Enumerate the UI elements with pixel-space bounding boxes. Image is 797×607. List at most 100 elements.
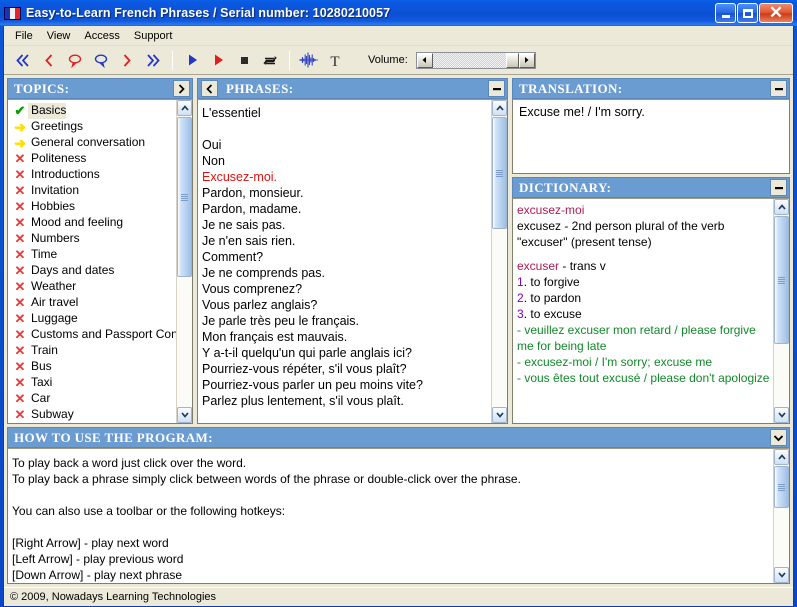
phrase-line[interactable]: Je n'en sais rien. bbox=[202, 234, 489, 250]
record-button[interactable] bbox=[205, 48, 231, 72]
dictionary-scrollbar[interactable] bbox=[773, 199, 789, 423]
last-phrase-button[interactable] bbox=[140, 48, 166, 72]
volume-decrease-button[interactable] bbox=[416, 52, 433, 68]
play-triangle-red-icon bbox=[212, 53, 225, 67]
phrases-scroll-track[interactable] bbox=[492, 116, 507, 407]
menu-item-file[interactable]: File bbox=[8, 28, 40, 44]
topic-row[interactable]: ✕ Bus bbox=[10, 359, 176, 375]
topics-scroll-thumb[interactable] bbox=[177, 117, 192, 277]
stop-button[interactable] bbox=[231, 48, 257, 72]
phrases-scroll-up-button[interactable] bbox=[492, 100, 507, 116]
phrase-line[interactable]: Parlez plus lentement, s'il vous plaît. bbox=[202, 394, 489, 410]
dictionary-minimize-button[interactable] bbox=[770, 179, 787, 196]
topic-row[interactable]: ✕ Mood and feeling bbox=[10, 215, 176, 231]
dictionary-sense-number: 2 bbox=[517, 291, 524, 305]
phrase-line[interactable]: Y a-t-il quelqu'un qui parle anglais ici… bbox=[202, 346, 489, 362]
topics-list[interactable]: ✔ Basics ➜ Greetings ➜ General conversation ✕ P… bbox=[8, 100, 176, 423]
phrase-line[interactable]: Mon français est mauvais. bbox=[202, 330, 489, 346]
dictionary-scroll-up-button[interactable] bbox=[774, 199, 789, 215]
close-button[interactable]: ✕ bbox=[759, 3, 793, 23]
dictionary-scroll-thumb[interactable] bbox=[774, 216, 789, 344]
howto-text[interactable]: To play back a word just click over the … bbox=[8, 449, 773, 583]
howto-collapse-button[interactable] bbox=[770, 429, 787, 446]
howto-scroll-down-button[interactable] bbox=[774, 567, 789, 583]
topic-row[interactable]: ✕ Weather bbox=[10, 279, 176, 295]
menu-item-access[interactable]: Access bbox=[77, 28, 126, 44]
volume-slider[interactable] bbox=[415, 51, 536, 69]
text-button[interactable]: T bbox=[322, 48, 348, 72]
topic-row[interactable]: ✕ Time bbox=[10, 247, 176, 263]
topic-row[interactable]: ✕ Numbers bbox=[10, 231, 176, 247]
phrases-scrollbar[interactable] bbox=[491, 100, 507, 423]
phrase-line[interactable]: Vous comprenez? bbox=[202, 282, 489, 298]
howto-scroll-up-button[interactable] bbox=[774, 449, 789, 465]
phrases-minimize-button[interactable] bbox=[488, 80, 505, 97]
phrase-line[interactable]: Je parle très peu le français. bbox=[202, 314, 489, 330]
topic-row[interactable]: ✕ Hobbies bbox=[10, 199, 176, 215]
phrase-line[interactable]: Non bbox=[202, 154, 489, 170]
phrase-line[interactable]: Je ne sais pas. bbox=[202, 218, 489, 234]
topic-row[interactable]: ✔ Basics bbox=[10, 103, 176, 119]
chevron-right-icon bbox=[178, 83, 185, 94]
volume-track[interactable] bbox=[432, 52, 519, 68]
minimize-button[interactable] bbox=[715, 3, 736, 23]
volume-increase-button[interactable] bbox=[518, 52, 535, 68]
howto-scroll-track[interactable] bbox=[774, 465, 789, 567]
phrases-scroll-thumb[interactable] bbox=[492, 117, 507, 229]
dictionary-scroll-down-button[interactable] bbox=[774, 407, 789, 423]
topic-row[interactable]: ✕ Politeness bbox=[10, 151, 176, 167]
phrase-line[interactable]: Pardon, madame. bbox=[202, 202, 489, 218]
menu-item-view[interactable]: View bbox=[40, 28, 78, 44]
phrases-collapse-left-button[interactable] bbox=[201, 80, 218, 97]
maximize-button[interactable] bbox=[737, 3, 758, 23]
waveform-button[interactable] bbox=[296, 48, 322, 72]
topic-row[interactable]: ✕ Introductions bbox=[10, 167, 176, 183]
phrase-line[interactable]: Vous parlez anglais? bbox=[202, 298, 489, 314]
main-body: TOPICS: ✔ Basics ➜ Greetings ➜ General conver… bbox=[4, 75, 793, 587]
menu-item-support[interactable]: Support bbox=[127, 28, 180, 44]
topic-row[interactable]: ✕ Subway bbox=[10, 407, 176, 423]
dictionary-entries[interactable]: excusez-moi excusez - 2nd person plural o… bbox=[513, 199, 773, 423]
translation-text[interactable]: Excuse me! / I'm sorry. bbox=[513, 100, 789, 173]
phrase-line-selected[interactable]: Excusez-moi. bbox=[202, 170, 489, 186]
phrase-line[interactable]: Je ne comprends pas. bbox=[202, 266, 489, 282]
topic-row[interactable]: ✕ Invitation bbox=[10, 183, 176, 199]
topics-scroll-up-button[interactable] bbox=[177, 100, 192, 116]
howto-scroll-thumb[interactable] bbox=[774, 466, 789, 508]
topic-row[interactable]: ✕ Car bbox=[10, 391, 176, 407]
topic-row[interactable]: ✕ Air travel bbox=[10, 295, 176, 311]
howto-panel-title: HOW TO USE THE PROGRAM: bbox=[14, 429, 213, 445]
phrases-scroll-down-button[interactable] bbox=[492, 407, 507, 423]
topic-row[interactable]: ✕ Taxi bbox=[10, 375, 176, 391]
topics-expand-button[interactable] bbox=[173, 80, 190, 97]
next-phrase-button[interactable] bbox=[88, 48, 114, 72]
dictionary-scroll-track[interactable] bbox=[774, 215, 789, 407]
topic-row[interactable]: ✕ Days and dates bbox=[10, 263, 176, 279]
phrase-line[interactable]: Pourriez-vous parler un peu moins vite? bbox=[202, 378, 489, 394]
previous-word-button[interactable] bbox=[36, 48, 62, 72]
repeat-button[interactable] bbox=[257, 48, 283, 72]
play-button[interactable] bbox=[179, 48, 205, 72]
howto-scrollbar[interactable] bbox=[773, 449, 789, 583]
volume-thumb[interactable] bbox=[505, 52, 519, 68]
previous-phrase-button[interactable] bbox=[62, 48, 88, 72]
phrase-line[interactable]: Pardon, monsieur. bbox=[202, 186, 489, 202]
phrases-list[interactable]: L'essentiel Oui Non Excusez-moi. Pardon, mo… bbox=[198, 100, 491, 423]
topic-row[interactable]: ✕ Customs and Passport Con... bbox=[10, 327, 176, 343]
phrase-line[interactable]: Oui bbox=[202, 138, 489, 154]
first-phrase-button[interactable] bbox=[10, 48, 36, 72]
topics-scroll-track[interactable] bbox=[177, 116, 192, 407]
phrase-line[interactable]: Comment? bbox=[202, 250, 489, 266]
translation-minimize-button[interactable] bbox=[770, 80, 787, 97]
chevron-up-icon bbox=[495, 105, 504, 111]
next-word-button[interactable] bbox=[114, 48, 140, 72]
phrase-line[interactable]: Pourriez-vous répéter, s'il vous plaît? bbox=[202, 362, 489, 378]
topic-row[interactable]: ✕ Train bbox=[10, 343, 176, 359]
phrase-line[interactable]: L'essentiel bbox=[202, 106, 489, 122]
topic-row[interactable]: ➜ General conversation bbox=[10, 135, 176, 151]
topics-scrollbar[interactable] bbox=[176, 100, 192, 423]
phrase-line[interactable] bbox=[202, 122, 489, 138]
topic-row[interactable]: ➜ Greetings bbox=[10, 119, 176, 135]
topics-scroll-down-button[interactable] bbox=[177, 407, 192, 423]
topic-row[interactable]: ✕ Luggage bbox=[10, 311, 176, 327]
